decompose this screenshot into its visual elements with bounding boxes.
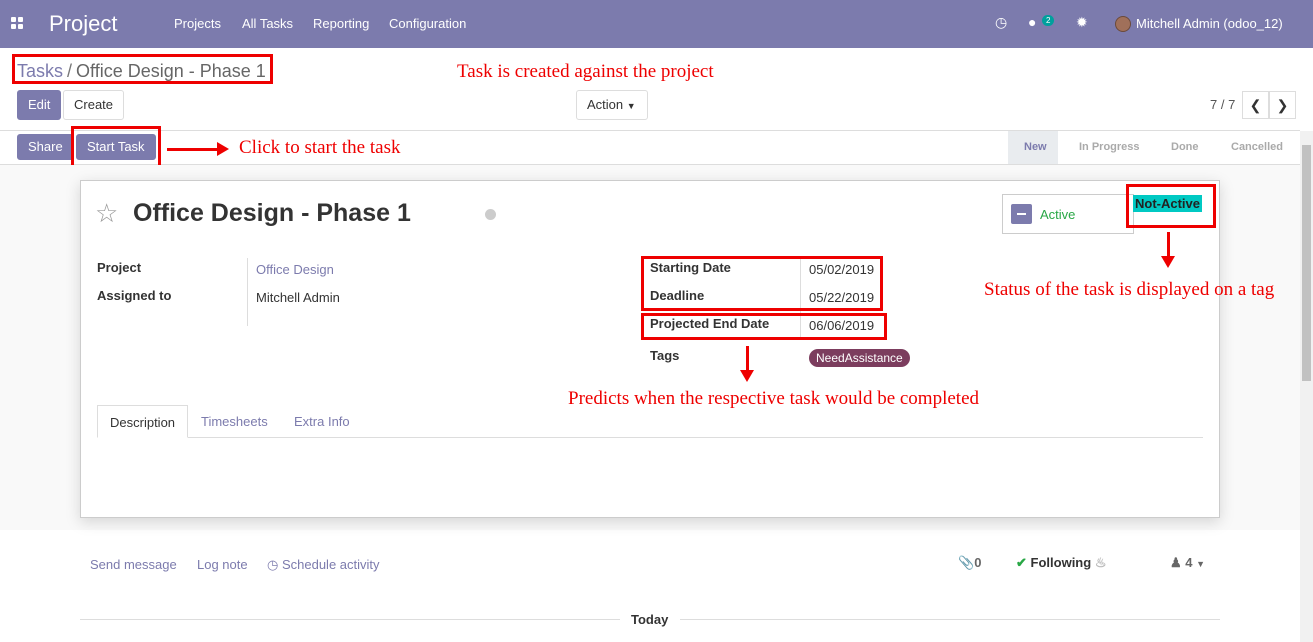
arrow-right — [167, 142, 229, 156]
status-badge: Not-Active — [1133, 195, 1203, 212]
task-title: Office Design - Phase 1 — [133, 199, 411, 227]
caret-down-icon: ▼ — [626, 101, 636, 111]
stage-in-progress[interactable]: In Progress — [1079, 141, 1140, 153]
assigned-label: Assigned to — [97, 288, 172, 303]
annotation-predict: Predicts when the respective task would … — [568, 388, 980, 409]
users-icon: ♟ — [1170, 555, 1182, 570]
annotation-project: Task is created against the project — [457, 61, 714, 82]
followers-button[interactable]: ♟ 4 ▼ — [1170, 555, 1205, 571]
create-button[interactable]: Create — [63, 90, 125, 120]
breadcrumb-separator: / — [67, 61, 73, 81]
tab-bar — [97, 437, 1203, 438]
stage-new[interactable]: New — [1024, 141, 1047, 153]
arrow-down-projected — [740, 346, 754, 382]
chat-icon[interactable]: ● — [1028, 14, 1036, 30]
apps-menu-icon[interactable] — [11, 17, 23, 29]
breadcrumb-tasks[interactable]: Tasks — [17, 61, 63, 81]
field-divider-right — [800, 258, 801, 340]
schedule-label: Schedule activity — [281, 557, 380, 572]
message-count-badge: 2 — [1042, 15, 1055, 26]
share-button[interactable]: Share — [17, 134, 74, 160]
kanban-state-icon[interactable] — [485, 209, 496, 220]
chevron-left-icon[interactable]: ❮ — [1242, 91, 1269, 119]
assigned-value[interactable]: Mitchell Admin — [256, 290, 340, 305]
tab-timesheets[interactable]: Timesheets — [201, 414, 268, 429]
star-icon[interactable]: ☆ — [95, 198, 118, 229]
bell-icon[interactable]: ♨ — [1095, 555, 1107, 570]
scrollbar-thumb[interactable] — [1302, 145, 1311, 381]
paperclip-icon: 📎 — [958, 555, 975, 570]
breadcrumb: Tasks / Office Design - Phase 1 — [17, 61, 266, 82]
active-label: Active — [1040, 207, 1076, 222]
schedule-activity-button[interactable]: ◷ Schedule activity — [267, 557, 380, 573]
menu-projects[interactable]: Projects — [174, 16, 221, 31]
menu-reporting[interactable]: Reporting — [313, 16, 369, 31]
following-button[interactable]: ✔ Following ♨ — [1016, 555, 1106, 571]
log-note-button[interactable]: Log note — [197, 557, 248, 572]
start-date-value[interactable]: 05/02/2019 — [809, 262, 874, 277]
caret-down-icon: ▼ — [1196, 559, 1206, 569]
chevron-right-icon[interactable]: ❯ — [1269, 91, 1296, 119]
menu-configuration[interactable]: Configuration — [389, 16, 466, 31]
project-label: Project — [97, 260, 142, 275]
breadcrumb-current: Office Design - Phase 1 — [76, 61, 266, 81]
app-title: Project — [49, 11, 118, 36]
project-link[interactable]: Office Design — [256, 262, 334, 277]
start-task-button[interactable]: Start Task — [76, 134, 156, 160]
attachment-button[interactable]: 📎0 — [958, 555, 981, 571]
edit-button[interactable]: Edit — [17, 90, 62, 120]
arrow-down-status — [1161, 232, 1175, 268]
annotation-status: Status of the task is displayed on a tag — [984, 279, 1275, 300]
today-label: Today — [631, 612, 669, 627]
tag-pill[interactable]: NeedAssistance — [809, 349, 910, 367]
top-navbar: Project Projects All Tasks Reporting Con… — [0, 0, 1313, 48]
action-label: Action — [587, 97, 624, 112]
action-dropdown[interactable]: Action ▼ — [576, 90, 648, 120]
divider-left — [80, 619, 620, 620]
send-message-button[interactable]: Send message — [90, 557, 177, 572]
divider-right — [680, 619, 1220, 620]
deadline-value[interactable]: 05/22/2019 — [809, 290, 874, 305]
tags-label: Tags — [650, 348, 680, 363]
tab-description[interactable]: Description — [97, 405, 188, 438]
check-icon: ✔ — [1016, 555, 1027, 570]
projected-date-label: Projected End Date — [650, 316, 770, 331]
archive-icon — [1011, 204, 1032, 224]
annotation-start: Click to start the task — [239, 137, 401, 158]
clock-icon-small: ◷ — [267, 557, 279, 572]
stage-cancelled[interactable]: Cancelled — [1231, 141, 1283, 153]
tab-extra-info[interactable]: Extra Info — [294, 414, 350, 429]
menu-all-tasks[interactable]: All Tasks — [242, 16, 293, 31]
clock-icon[interactable]: ◷ — [995, 14, 1007, 31]
field-divider — [247, 258, 248, 326]
bug-icon[interactable]: ✹ — [1076, 14, 1088, 31]
avatar[interactable] — [1115, 16, 1131, 32]
stage-done[interactable]: Done — [1171, 141, 1199, 153]
deadline-label: Deadline — [650, 288, 705, 303]
attachment-count: 0 — [974, 555, 982, 570]
following-label: Following — [1030, 555, 1092, 570]
followers-count: 4 — [1185, 555, 1193, 570]
user-menu[interactable]: Mitchell Admin (odoo_12) — [1136, 16, 1283, 31]
start-date-label: Starting Date — [650, 260, 731, 275]
pager: 7 / 7 — [1210, 97, 1236, 112]
projected-date-value[interactable]: 06/06/2019 — [809, 318, 874, 333]
